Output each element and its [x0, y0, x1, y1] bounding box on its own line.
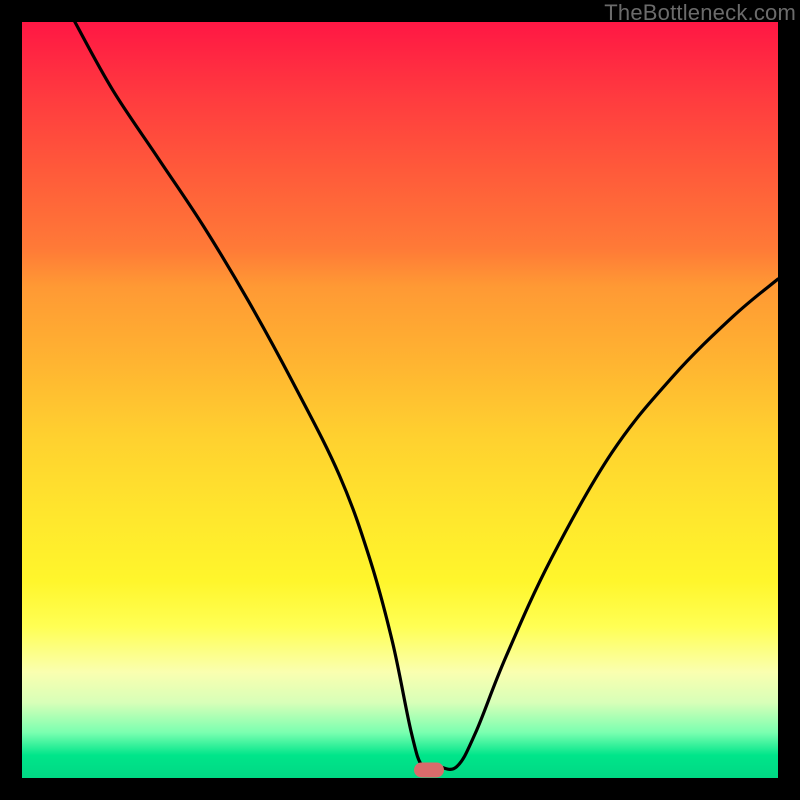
chart-frame: TheBottleneck.com — [0, 0, 800, 800]
plot-area — [22, 22, 778, 778]
optimal-marker — [414, 763, 444, 778]
watermark-text: TheBottleneck.com — [604, 0, 796, 26]
bottleneck-curve — [22, 22, 778, 778]
